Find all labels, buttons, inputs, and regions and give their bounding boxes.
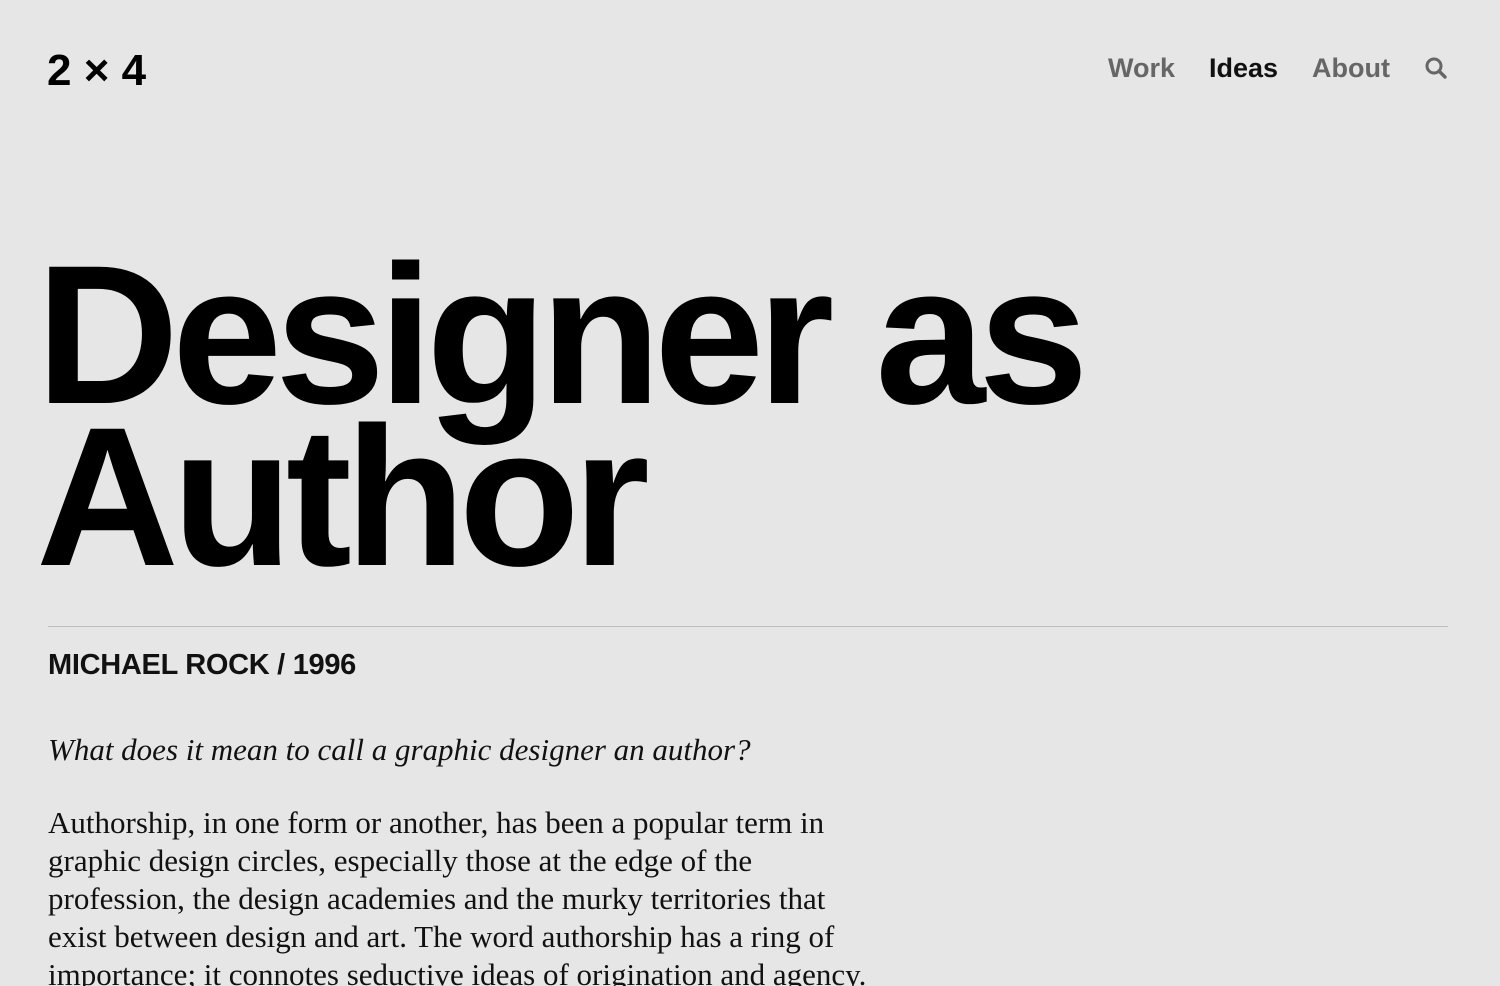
nav-item-work[interactable]: Work [1108,50,1175,86]
main-nav: Work Ideas About [1074,50,1448,86]
divider [48,626,1448,627]
body-line: graphic design circles, especially those… [48,843,753,878]
article-lede: What does it mean to call a graphic desi… [48,732,751,767]
body-line: exist between design and art. The word a… [48,919,835,954]
body-line: profession, the design academies and the… [48,881,826,916]
article-body: Authorship, in one form or another, has … [48,804,928,986]
article-title: Designer as Author [36,236,1089,596]
body-line: importance; it connotes seductive ideas … [48,957,867,986]
nav-item-ideas[interactable]: Ideas [1209,50,1278,86]
search-icon[interactable] [1424,56,1448,80]
nav-item-about[interactable]: About [1312,50,1390,86]
article-byline: MICHAEL ROCK / 1996 [48,649,357,681]
site-logo[interactable]: 2 × 4 [47,46,146,96]
body-line: Authorship, in one form or another, has … [48,805,825,840]
